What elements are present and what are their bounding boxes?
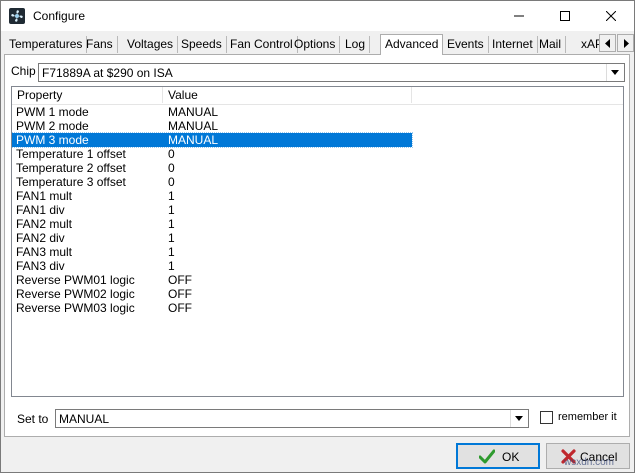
property-value: MANUAL [168, 105, 219, 119]
checkmark-icon [479, 449, 495, 464]
property-name: Temperature 1 offset [16, 147, 126, 161]
property-name: FAN2 div [16, 231, 65, 245]
property-name: FAN2 mult [16, 217, 73, 231]
property-name: PWM 3 mode [16, 133, 89, 147]
property-value: 1 [168, 259, 175, 273]
ok-label: OK [502, 450, 520, 464]
property-row[interactable]: Temperature 3 offset 0 [12, 175, 412, 189]
tab-internet[interactable]: Internet [488, 36, 538, 53]
property-row[interactable]: Reverse PWM02 logic OFF [12, 287, 412, 301]
chip-label: Chip [11, 64, 36, 78]
tab-scroll-right-button[interactable] [617, 34, 634, 52]
set-to-select[interactable]: MANUAL [55, 409, 529, 428]
property-value: MANUAL [168, 133, 219, 147]
advanced-tab-page: Chip F71889A at $290 on ISA Property Val… [4, 54, 630, 437]
property-value: 1 [168, 189, 175, 203]
property-name: Temperature 3 offset [16, 175, 126, 189]
property-row[interactable]: FAN1 mult 1 [12, 189, 412, 203]
ok-button[interactable]: OK [456, 443, 540, 469]
property-row[interactable]: PWM 2 mode MANUAL [12, 119, 412, 133]
property-row[interactable]: Temperature 2 offset 0 [12, 161, 412, 175]
chevron-left-icon [605, 39, 610, 48]
chip-select-value: F71889A at $290 on ISA [42, 66, 173, 80]
property-rows: PWM 1 mode MANUAL PWM 2 mode MANUAL PWM 3 mo… [12, 105, 623, 315]
tab-fans[interactable]: Fans [82, 36, 118, 53]
chip-dropdown-button[interactable] [606, 64, 624, 81]
maximize-icon [560, 11, 570, 21]
property-name: Reverse PWM01 logic [16, 273, 135, 287]
property-row[interactable]: FAN3 div 1 [12, 259, 412, 273]
chevron-down-icon [611, 70, 619, 75]
property-name: FAN1 div [16, 203, 65, 217]
property-list-header: Property Value [12, 87, 623, 105]
remember-checkbox[interactable] [540, 411, 553, 424]
chip-select[interactable]: F71889A at $290 on ISA [38, 63, 625, 82]
close-icon [605, 10, 617, 22]
property-name: Reverse PWM02 logic [16, 287, 135, 301]
property-name: PWM 1 mode [16, 105, 89, 119]
tab-speeds[interactable]: Speeds [177, 36, 227, 53]
tab-strip: Temperatures Fans Voltages Speeds Fan Co… [5, 34, 635, 55]
property-name: PWM 2 mode [16, 119, 89, 133]
property-row[interactable]: FAN2 mult 1 [12, 217, 412, 231]
property-value: 1 [168, 217, 175, 231]
tab-fan-control[interactable]: Fan Control [226, 36, 298, 53]
tab-scroll-buttons [599, 34, 635, 53]
tab-voltages[interactable]: Voltages [123, 36, 179, 53]
property-value: OFF [168, 287, 192, 301]
property-row[interactable]: Temperature 1 offset 0 [12, 147, 412, 161]
property-row[interactable]: PWM 3 mode MANUAL [12, 132, 413, 148]
chevron-down-icon [515, 416, 523, 421]
tab-temperatures[interactable]: Temperatures [5, 36, 88, 53]
property-value: 1 [168, 231, 175, 245]
property-value: 1 [168, 245, 175, 259]
property-row[interactable]: FAN1 div 1 [12, 203, 412, 217]
property-name: Temperature 2 offset [16, 161, 126, 175]
property-row[interactable]: PWM 1 mode MANUAL [12, 105, 412, 119]
property-name: Reverse PWM03 logic [16, 301, 135, 315]
property-row[interactable]: Reverse PWM01 logic OFF [12, 273, 412, 287]
close-button[interactable] [588, 1, 634, 31]
remember-label[interactable]: remember it [558, 411, 617, 423]
column-header-value[interactable]: Value [163, 87, 412, 103]
property-row[interactable]: FAN2 div 1 [12, 231, 412, 245]
watermark: wsxdn.com [564, 457, 615, 468]
tab-mail[interactable]: Mail [535, 36, 567, 53]
set-to-value: MANUAL [59, 412, 110, 426]
minimize-icon [514, 15, 524, 17]
property-name: FAN3 div [16, 259, 65, 273]
configure-window: Configure Temperatures Fans Voltages Spe… [0, 0, 635, 473]
property-name: FAN3 mult [16, 245, 73, 259]
tab-scroll-left-button[interactable] [599, 34, 616, 52]
maximize-button[interactable] [542, 1, 588, 31]
tab-events[interactable]: Events [443, 36, 489, 53]
property-value: MANUAL [168, 119, 219, 133]
window-title: Configure [33, 9, 86, 23]
property-value: 0 [168, 147, 175, 161]
set-to-dropdown-button[interactable] [510, 410, 528, 427]
tab-log[interactable]: Log [341, 36, 371, 53]
property-row[interactable]: Reverse PWM03 logic OFF [12, 301, 412, 315]
property-value: 0 [168, 161, 175, 175]
column-header-property[interactable]: Property [12, 87, 163, 103]
minimize-button[interactable] [496, 1, 542, 31]
tab-options[interactable]: Options [290, 36, 341, 53]
property-value: 0 [168, 175, 175, 189]
property-value: 1 [168, 203, 175, 217]
property-list[interactable]: Property Value PWM 1 mode MANUAL PWM 2 mod… [11, 86, 624, 397]
set-to-label: Set to [17, 412, 49, 426]
fan-app-icon [9, 8, 25, 24]
property-value: OFF [168, 273, 192, 287]
property-row[interactable]: FAN3 mult 1 [12, 245, 412, 259]
property-name: FAN1 mult [16, 189, 73, 203]
title-bar[interactable]: Configure [1, 1, 634, 31]
tab-advanced[interactable]: Advanced [380, 34, 444, 55]
property-value: OFF [168, 301, 192, 315]
chevron-right-icon [624, 39, 629, 48]
